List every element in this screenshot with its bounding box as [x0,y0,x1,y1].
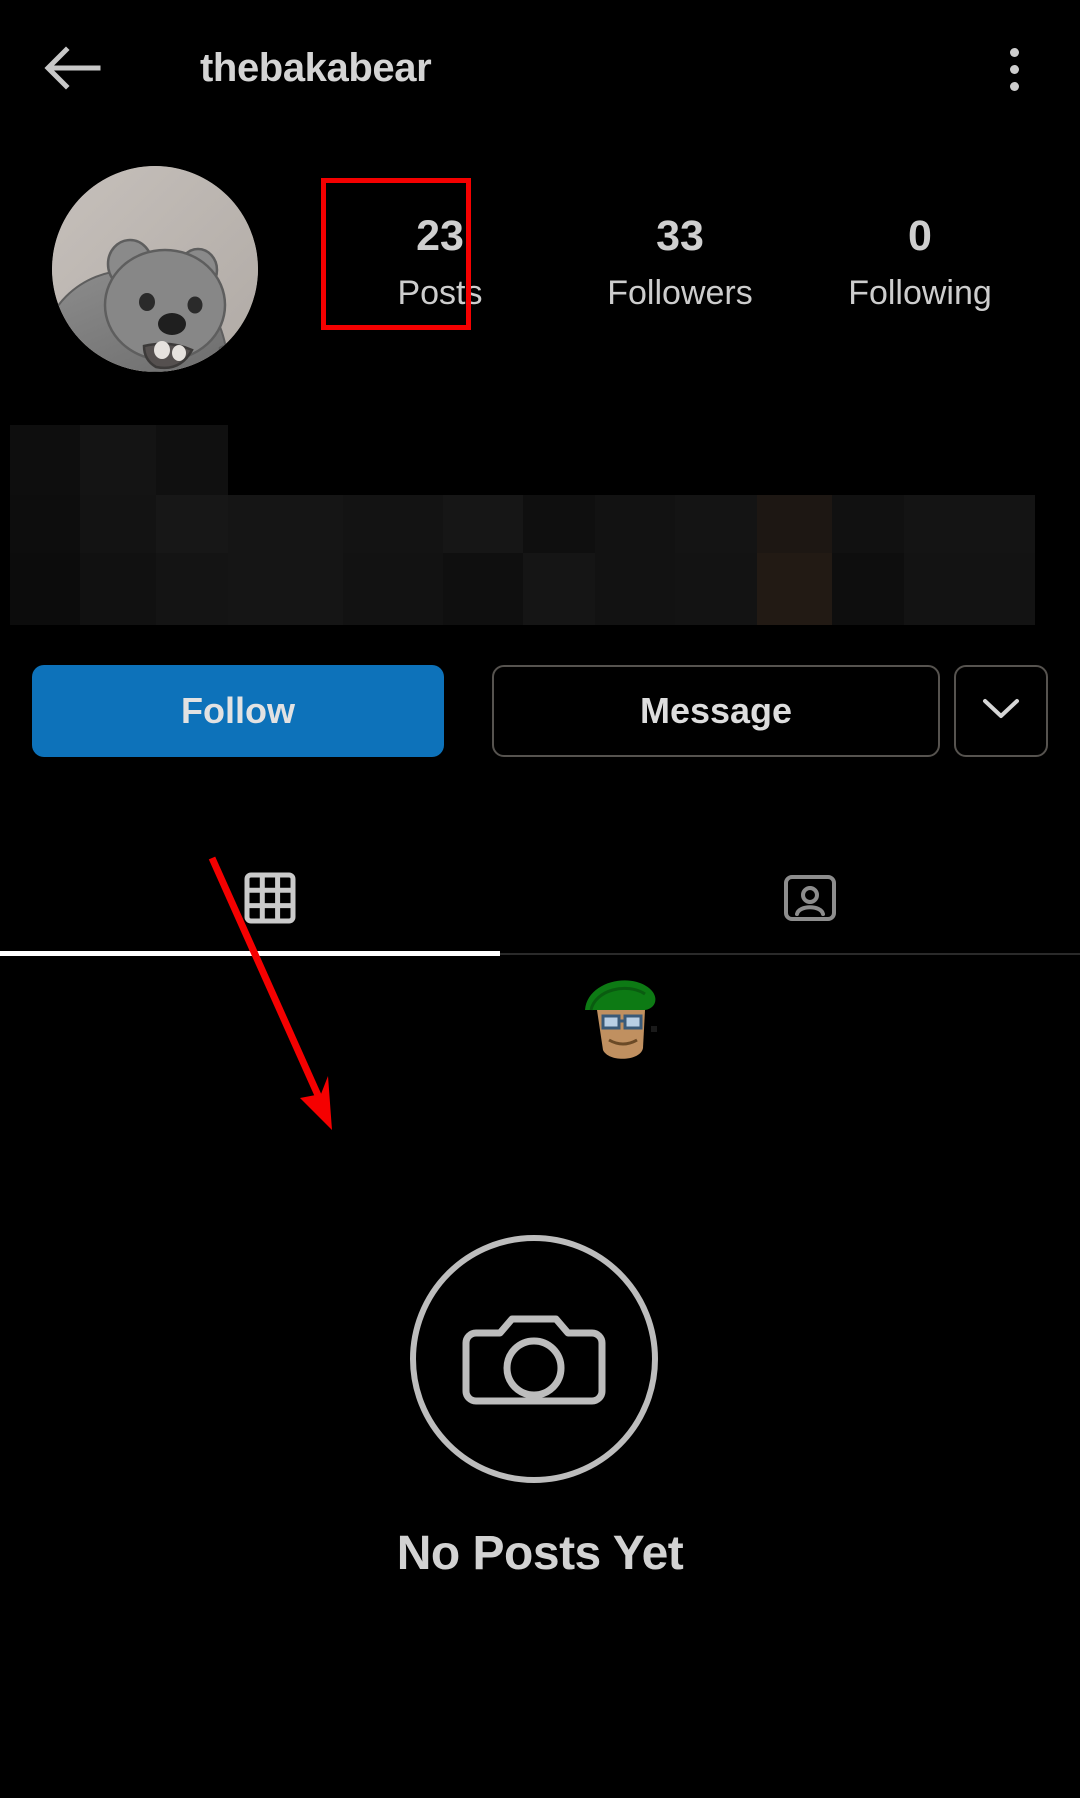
empty-state: No Posts Yet [0,956,1080,1798]
tagged-tab[interactable] [540,845,1080,955]
followers-label: Followers [607,274,753,312]
back-arrow-icon[interactable] [40,38,104,98]
followers-count: 33 [656,212,704,260]
grid-icon [244,872,296,929]
profile-summary-row: 23 Posts 33 Followers 0 Following [0,150,1080,372]
profile-stats: 23 Posts 33 Followers 0 Following [320,208,1040,338]
instagram-profile-screen: thebakabear 23 Posts 33 Followers 0 Foll… [0,0,1080,1798]
message-button[interactable]: Message [492,665,940,757]
empty-state-title: No Posts Yet [396,1527,684,1580]
profile-action-buttons: Follow Message [0,665,1080,763]
camera-icon [408,1233,660,1485]
following-label: Following [848,274,992,312]
posts-count: 23 [416,212,464,260]
avatar[interactable] [52,166,258,372]
posts-grid-tab[interactable] [0,845,540,955]
follow-button[interactable]: Follow [32,665,444,757]
posts-feed-area: No Posts Yet [0,956,1080,1798]
page-title: thebakabear [200,46,432,90]
posts-label: Posts [397,274,483,312]
three-dot-menu-icon[interactable] [1010,48,1020,92]
profile-tabs [0,845,1080,955]
tab-divider [500,953,1080,955]
app-header: thebakabear [0,0,1080,136]
stat-followers[interactable]: 33 Followers [560,208,800,318]
following-count: 0 [908,212,932,260]
tagged-person-icon [783,871,837,930]
more-options-button[interactable] [954,665,1048,757]
chevron-down-icon [982,697,1020,726]
stat-posts[interactable]: 23 Posts [320,208,560,318]
profile-bio-blurred [0,425,1035,625]
stat-following[interactable]: 0 Following [800,208,1040,318]
